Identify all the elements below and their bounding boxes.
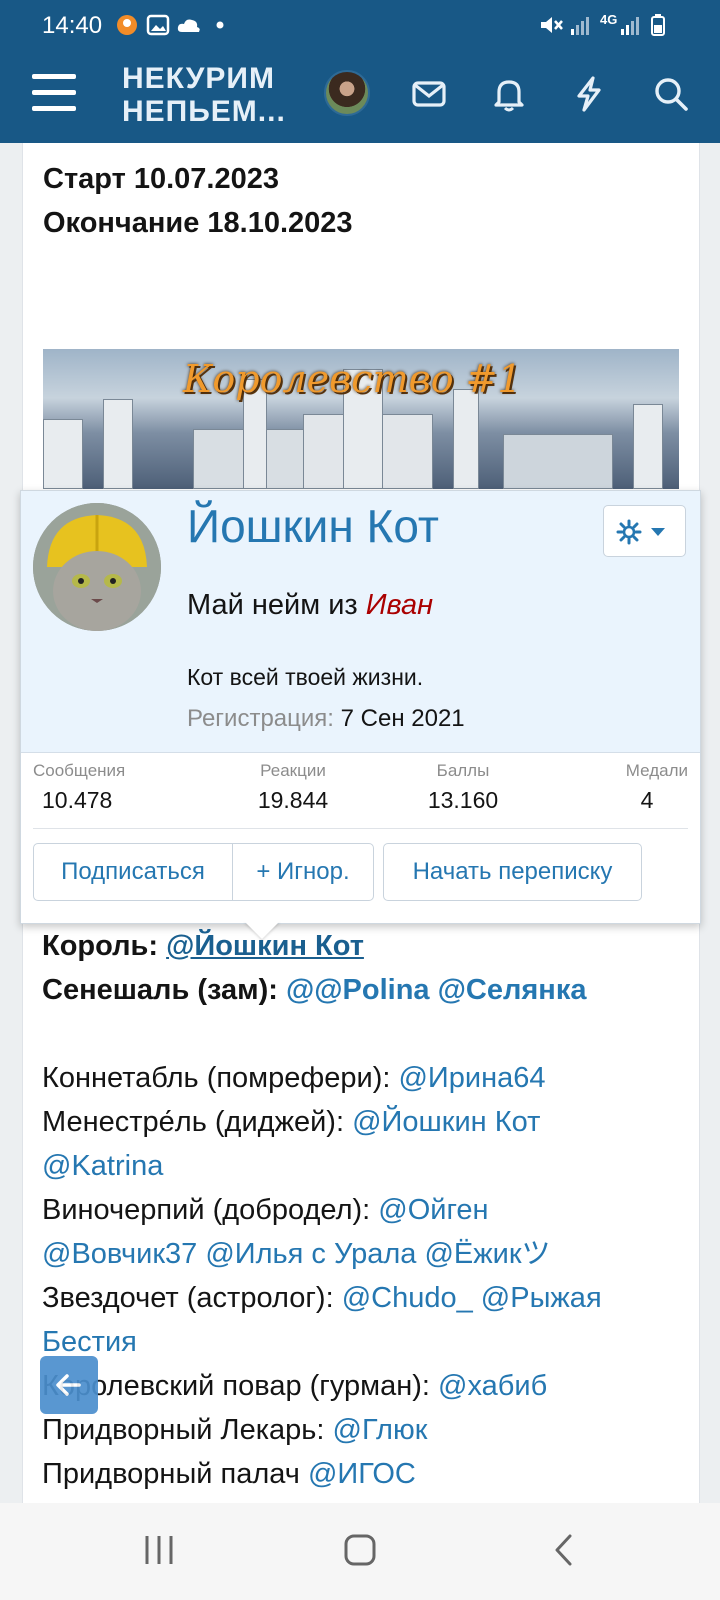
inbox-icon[interactable] <box>409 74 449 114</box>
status-time: 14:40 <box>42 12 103 39</box>
signal-icon-2 <box>621 17 639 35</box>
gear-icon <box>616 519 642 545</box>
gallery-icon <box>146 14 170 36</box>
back-to-top-button[interactable] <box>40 1356 98 1414</box>
member-tooltip: Йошкин Кот Май нейм из Иван Кот всей тво… <box>20 490 701 924</box>
search-icon[interactable] <box>651 74 691 114</box>
mention-link[interactable]: @Йошкин Кот <box>166 930 364 962</box>
stat-medals[interactable]: Медали 4 <box>593 761 688 814</box>
mention-link[interactable]: @Katrina <box>42 1150 163 1182</box>
status-bar: 14:40 4G <box>0 0 720 50</box>
whats-new-icon[interactable] <box>569 74 609 114</box>
role-doctor: Придворный Лекарь: @Глюк <box>42 1414 428 1446</box>
role-executioner: Придворный палач @ИГОС <box>42 1458 416 1490</box>
mention-link[interactable]: @хабиб <box>438 1370 547 1402</box>
cloud-icon <box>177 19 200 32</box>
member-avatar[interactable] <box>33 503 161 631</box>
system-nav-bar <box>0 1503 720 1600</box>
member-actions-menu[interactable] <box>603 505 686 557</box>
member-registration: Регистрация: 7 Сен 2021 <box>187 705 465 732</box>
mention-link[interactable]: @Ойген <box>378 1194 488 1226</box>
mention-link[interactable]: @Глюк <box>333 1414 428 1446</box>
member-title: Май нейм из Иван <box>187 589 434 621</box>
app-header: НЕКУРИМ НЕПЬЕМ... <box>0 50 720 143</box>
kingdom-banner[interactable]: Королевство #1 <box>43 349 679 489</box>
mention-link[interactable]: Бестия <box>42 1326 137 1358</box>
member-status: Кот всей твоей жизни. <box>187 664 424 690</box>
home-icon[interactable] <box>343 1533 377 1567</box>
mention-link[interactable]: @Chudo_ @Рыжая <box>342 1282 602 1314</box>
role-astrologer: Звездочет (астролог): @Chudo_ @Рыжая <box>42 1282 602 1314</box>
member-name[interactable]: Йошкин Кот <box>187 499 439 553</box>
member-card-header: Йошкин Кот Май нейм из Иван Кот всей тво… <box>21 491 700 753</box>
alerts-icon[interactable] <box>489 74 529 114</box>
account-avatar[interactable] <box>324 70 370 116</box>
menu-icon[interactable] <box>32 74 76 114</box>
mention-link[interactable]: @Вовчик37 @Илья с Урала @Ёжикツ <box>42 1238 551 1270</box>
mention-link[interactable]: @Ирина64 <box>398 1062 545 1094</box>
recent-apps-icon[interactable] <box>142 1533 176 1567</box>
mention-link[interactable]: @ИГОС <box>308 1458 416 1490</box>
battery-icon <box>651 14 665 36</box>
start-date: Старт 10.07.2023 <box>43 163 280 195</box>
stat-messages[interactable]: Сообщения 10.478 <box>33 761 125 814</box>
arrow-left-icon <box>56 1374 81 1396</box>
member-stats: Сообщения 10.478 Реакции 19.844 Баллы 13… <box>33 761 688 829</box>
role-king: Король: @Йошкин Кот <box>42 930 364 962</box>
banner-title: Королевство #1 <box>183 357 522 401</box>
back-icon[interactable] <box>548 1533 582 1567</box>
network-type-label: 4G <box>600 12 618 27</box>
app-notification-icon <box>117 15 137 35</box>
more-notifications-icon <box>216 21 224 29</box>
site-logo[interactable]: НЕКУРИМ НЕПЬЕМ... <box>122 62 292 128</box>
role-cupbearer: Виночерпий (добродел): @Ойген <box>42 1194 489 1226</box>
stat-points[interactable]: Баллы 13.160 <box>413 761 513 814</box>
top-bar: 14:40 4G НЕКУРИМ НЕПЬЕМ... <box>0 0 720 143</box>
mention-link[interactable]: @Йошкин Кот <box>352 1106 540 1138</box>
role-minstrel: Менестре́ль (диджей): @Йошкин Кот <box>42 1106 541 1138</box>
ignore-button[interactable]: + Игнор. <box>232 843 374 901</box>
stat-reactions[interactable]: Реакции 19.844 <box>235 761 351 814</box>
roles-list: Король: @Йошкин Кот Сенешаль (зам): @@Po… <box>42 924 682 1496</box>
follow-button[interactable]: Подписаться <box>33 843 233 901</box>
mention-link[interactable]: @@Polina @Селянка <box>286 974 586 1006</box>
signal-icon-1 <box>571 17 589 35</box>
chevron-down-icon <box>651 528 665 536</box>
mute-icon <box>541 17 563 33</box>
end-date: Окончание 18.10.2023 <box>43 207 353 239</box>
role-seneschal: Сенешаль (зам): @@Polina @Селянка <box>42 974 587 1006</box>
start-conversation-button[interactable]: Начать переписку <box>383 843 642 901</box>
role-cook: Королевский повар (гурман): @хабиб <box>42 1370 548 1402</box>
role-constable: Коннетабль (помрефери): @Ирина64 <box>42 1062 546 1094</box>
